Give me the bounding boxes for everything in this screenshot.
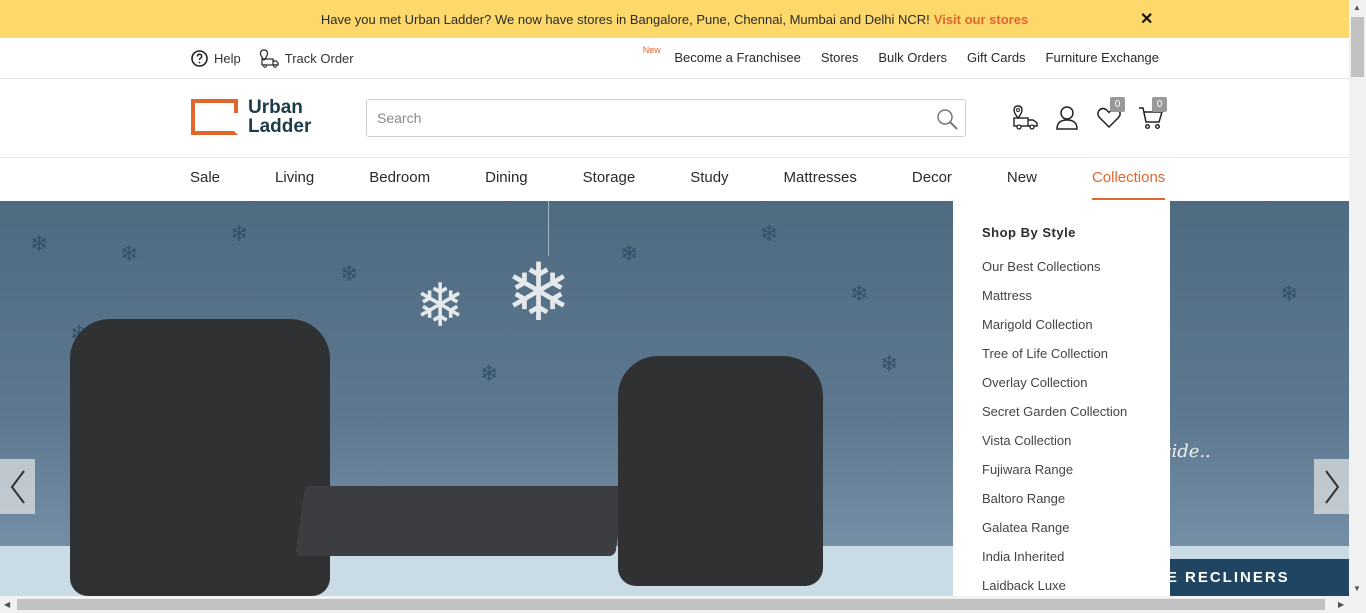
dropdown-item[interactable]: Our Best Collections (982, 259, 1170, 288)
main-header: Urban Ladder Search 0 0 (0, 79, 1349, 158)
logo-line-2: Ladder (248, 116, 312, 137)
scroll-up-icon[interactable]: ▲ (1353, 3, 1361, 12)
hanging-ornament-icon: ❄ (505, 248, 573, 337)
vertical-scrollbar[interactable]: ▲ ▼ (1349, 0, 1366, 596)
collections-dropdown: Shop By Style Our Best Collections Mattr… (953, 201, 1170, 596)
recliner-chair-image (70, 319, 330, 596)
dropdown-item[interactable]: Marigold Collection (982, 317, 1170, 346)
logo-line-1: Urban (248, 97, 303, 118)
scroll-right-icon[interactable]: ▶ (1338, 600, 1344, 609)
carousel-prev-button[interactable] (0, 459, 35, 514)
search-icon[interactable] (935, 107, 959, 131)
track-order-link[interactable]: Track Order (259, 48, 354, 68)
nav-sale[interactable]: Sale (190, 169, 220, 200)
snowflake-icon: ❄ (850, 281, 869, 306)
help-link[interactable]: Help (191, 49, 241, 67)
help-icon (191, 49, 208, 67)
ornament-string (548, 201, 549, 256)
cart-count-badge: 0 (1152, 97, 1167, 112)
dropdown-item[interactable]: Tree of Life Collection (982, 346, 1170, 375)
snowflake-icon: ❄ (620, 241, 639, 266)
nav-collections[interactable]: Collections (1091, 169, 1166, 200)
track-order-icon (259, 49, 279, 68)
nav-storage[interactable]: Storage (583, 169, 636, 200)
nav-bedroom[interactable]: Bedroom (369, 169, 430, 200)
wishlist-button[interactable]: 0 (1096, 97, 1125, 131)
snowflake-icon: ❄ (230, 221, 249, 246)
nav-dining[interactable]: Dining (485, 169, 528, 200)
logo-mark-icon (191, 99, 238, 135)
horizontal-scrollbar[interactable]: ◀ ▶ (0, 596, 1366, 613)
logo-text: Urban Ladder (248, 98, 311, 136)
franchisee-label: Become a Franchisee (674, 50, 801, 65)
chevron-left-icon (10, 469, 25, 504)
announcement-bar: Have you met Urban Ladder? We now have s… (0, 0, 1349, 38)
snowflake-icon: ❄ (120, 241, 139, 266)
nav-mattresses[interactable]: Mattresses (784, 169, 857, 200)
snowflake-icon: ❄ (30, 231, 49, 256)
franchisee-link[interactable]: New Become a Franchisee (643, 45, 801, 65)
nav-decor[interactable]: Decor (912, 169, 952, 200)
nav-living[interactable]: Living (275, 169, 314, 200)
dropdown-heading: Shop By Style (982, 225, 1076, 240)
utility-bar: Help Track Order New Become a Franchisee… (0, 38, 1349, 79)
snowflake-icon: ❄ (340, 261, 359, 286)
cart-button[interactable]: 0 (1138, 97, 1167, 131)
new-badge: New (642, 45, 661, 55)
dropdown-item[interactable]: Laidback Luxe (982, 578, 1170, 596)
dropdown-item[interactable]: Fujiwara Range (982, 462, 1170, 491)
category-nav: Sale Living Bedroom Dining Storage Study… (0, 158, 1349, 201)
stores-link[interactable]: Stores (821, 50, 859, 65)
dropdown-item[interactable]: Galatea Range (982, 520, 1170, 549)
carousel-next-button[interactable] (1314, 459, 1349, 514)
nav-new[interactable]: New (1007, 169, 1037, 200)
search-input[interactable] (377, 110, 917, 126)
hero-banner-label: RE RECLINERS (1150, 559, 1349, 596)
close-icon[interactable]: ✕ (1140, 9, 1153, 29)
user-icon (1056, 106, 1078, 130)
nav-study[interactable]: Study (690, 169, 728, 200)
account-button[interactable] (1054, 105, 1080, 131)
scroll-left-icon[interactable]: ◀ (4, 600, 10, 609)
delivery-truck-icon (1013, 105, 1038, 130)
dropdown-item[interactable]: Vista Collection (982, 433, 1170, 462)
snowflake-icon: ❄ (1280, 281, 1299, 306)
armchair-image (618, 356, 823, 586)
help-label: Help (214, 50, 241, 66)
snowflake-icon: ❄ (480, 361, 499, 386)
chevron-right-icon (1324, 469, 1339, 504)
search-box (366, 99, 966, 137)
horizontal-scroll-thumb[interactable] (17, 599, 1325, 610)
gift-cards-link[interactable]: Gift Cards (967, 50, 1026, 65)
snowflake-icon: ❄ (760, 221, 779, 246)
hanging-ornament-icon: ❄ (415, 272, 466, 339)
delivery-truck-button[interactable] (1012, 105, 1038, 131)
snowflake-icon: ❄ (880, 351, 899, 376)
announcement-text: Have you met Urban Ladder? We now have s… (320, 11, 930, 27)
urban-ladder-logo[interactable]: Urban Ladder (191, 98, 311, 136)
vertical-scroll-thumb[interactable] (1351, 17, 1364, 77)
dropdown-item[interactable]: Baltoro Range (982, 491, 1170, 520)
furniture-exchange-link[interactable]: Furniture Exchange (1046, 50, 1159, 65)
visit-stores-link[interactable]: Visit our stores (934, 12, 1028, 27)
recliner-footrest-image (295, 486, 625, 556)
dropdown-item[interactable]: Overlay Collection (982, 375, 1170, 404)
wishlist-count-badge: 0 (1110, 97, 1125, 112)
track-order-label: Track Order (284, 50, 354, 66)
dropdown-item[interactable]: Mattress (982, 288, 1170, 317)
dropdown-item[interactable]: Secret Garden Collection (982, 404, 1170, 433)
bulk-orders-link[interactable]: Bulk Orders (878, 50, 947, 65)
dropdown-item[interactable]: India Inherited (982, 549, 1170, 578)
scroll-down-icon[interactable]: ▼ (1353, 584, 1361, 593)
